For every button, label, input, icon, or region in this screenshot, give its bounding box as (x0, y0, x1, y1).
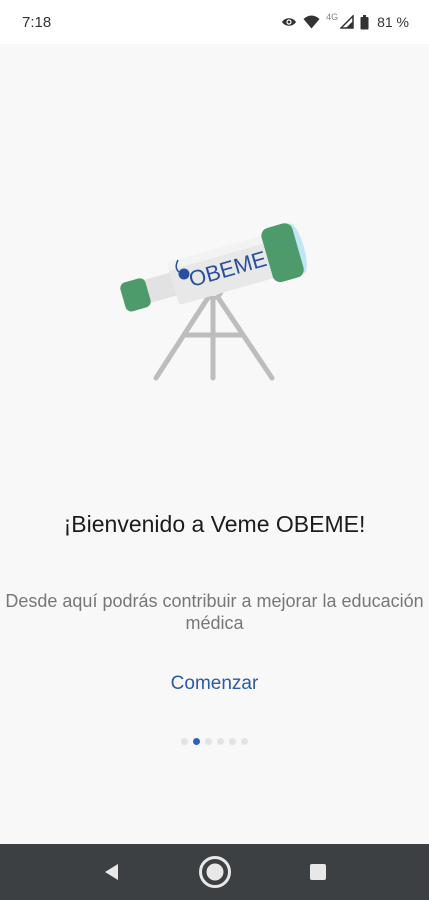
signal-icon (340, 15, 354, 29)
welcome-subtitle: Desde aquí podrás contribuir a mejorar l… (5, 591, 424, 633)
network-type-label: 4G (326, 12, 339, 22)
back-icon (104, 864, 118, 880)
status-icons: 4G 81 % (281, 12, 409, 30)
system-navigation-bar (0, 844, 429, 900)
wifi-icon (303, 15, 320, 29)
recents-button[interactable] (298, 852, 338, 892)
page-dot[interactable] (181, 737, 188, 745)
telescope-illustration: OBEME (112, 205, 317, 390)
page-indicator (0, 736, 429, 746)
battery-percentage: 81 % (377, 14, 409, 30)
page-dot[interactable] (241, 737, 248, 745)
page-dot[interactable] (217, 737, 224, 745)
home-button[interactable] (195, 852, 235, 892)
page-dot[interactable] (229, 737, 236, 745)
home-icon (198, 856, 231, 888)
start-button[interactable]: Comenzar (140, 668, 289, 700)
page-dot-active[interactable] (193, 737, 200, 745)
eye-icon (281, 16, 297, 28)
back-button[interactable] (92, 852, 132, 892)
page-dot[interactable] (205, 737, 212, 745)
welcome-title: ¡Bienvenido a Veme OBEME! (63, 511, 366, 537)
telescope-icon: OBEME (120, 223, 307, 381)
status-time: 7:18 (22, 13, 52, 31)
status-bar: 7:18 4G 81 % (0, 0, 429, 44)
recents-icon (309, 864, 326, 880)
battery-icon (360, 14, 369, 30)
